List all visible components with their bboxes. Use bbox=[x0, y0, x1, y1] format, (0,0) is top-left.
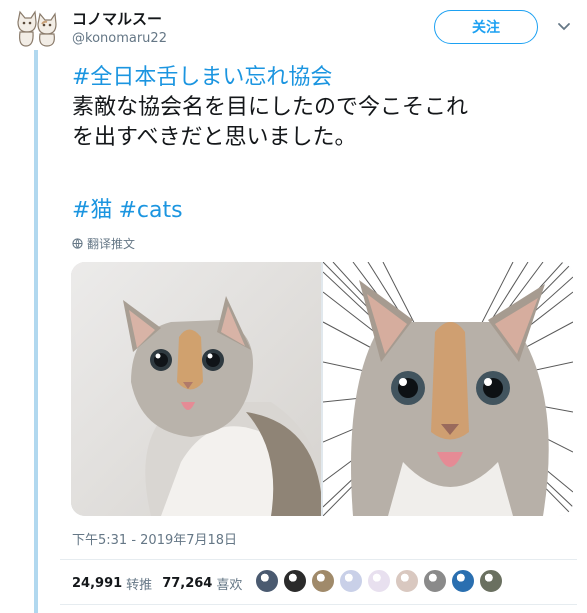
author-avatar[interactable] bbox=[14, 8, 60, 48]
retweet-label[interactable]: 转推 bbox=[126, 574, 152, 593]
liker-avatar[interactable] bbox=[283, 569, 307, 593]
author-handle[interactable]: @konomaru22 bbox=[72, 31, 167, 46]
liker-avatar[interactable] bbox=[367, 569, 391, 593]
thread-line bbox=[34, 50, 38, 613]
liker-avatar[interactable] bbox=[339, 569, 363, 593]
divider bbox=[60, 559, 577, 560]
liker-avatar[interactable] bbox=[395, 569, 419, 593]
hashtag-link[interactable]: #cats bbox=[118, 198, 182, 223]
cat-photo-left[interactable] bbox=[71, 262, 321, 516]
chevron-down-icon[interactable] bbox=[556, 18, 572, 34]
engagement-stats: 24,991 转推 77,264 喜欢 bbox=[72, 574, 252, 593]
hashtag-link[interactable]: #全日本舌しまい忘れ協会 bbox=[72, 63, 577, 93]
author-name[interactable]: コノマルスー bbox=[72, 8, 162, 29]
hashtag-link[interactable]: #猫 bbox=[72, 198, 112, 223]
avatar-cats-icon bbox=[17, 10, 57, 47]
tweet-text: #全日本舌しまい忘れ協会 素敵な協会名を目にしたので今こそこれ を出すべきだと思… bbox=[72, 63, 577, 153]
retweet-count[interactable]: 24,991 bbox=[72, 576, 122, 591]
liker-avatar[interactable] bbox=[255, 569, 279, 593]
divider bbox=[60, 604, 577, 605]
tweet-body-line: 素敵な協会名を目にしたので今こそこれ bbox=[72, 95, 469, 120]
tweet-timestamp[interactable]: 下午5:31 - 2019年7月18日 bbox=[72, 529, 237, 548]
translate-label: 翻译推文 bbox=[87, 237, 136, 251]
translate-tweet-link[interactable]: 翻译推文 bbox=[72, 235, 135, 252]
liker-avatars bbox=[255, 569, 503, 593]
liker-avatar[interactable] bbox=[479, 569, 503, 593]
liker-avatar[interactable] bbox=[451, 569, 475, 593]
like-count[interactable]: 77,264 bbox=[162, 576, 212, 591]
liker-avatar[interactable] bbox=[311, 569, 335, 593]
media-grid bbox=[71, 262, 573, 516]
like-label[interactable]: 喜欢 bbox=[216, 574, 242, 593]
hashtag-list: #猫 #cats bbox=[72, 196, 189, 226]
globe-icon bbox=[72, 238, 83, 249]
tweet-body-line: を出すべきだと思いました。 bbox=[72, 125, 357, 150]
cat-photo-right[interactable] bbox=[323, 262, 573, 516]
follow-button[interactable]: 关注 bbox=[434, 10, 538, 44]
liker-avatar[interactable] bbox=[423, 569, 447, 593]
